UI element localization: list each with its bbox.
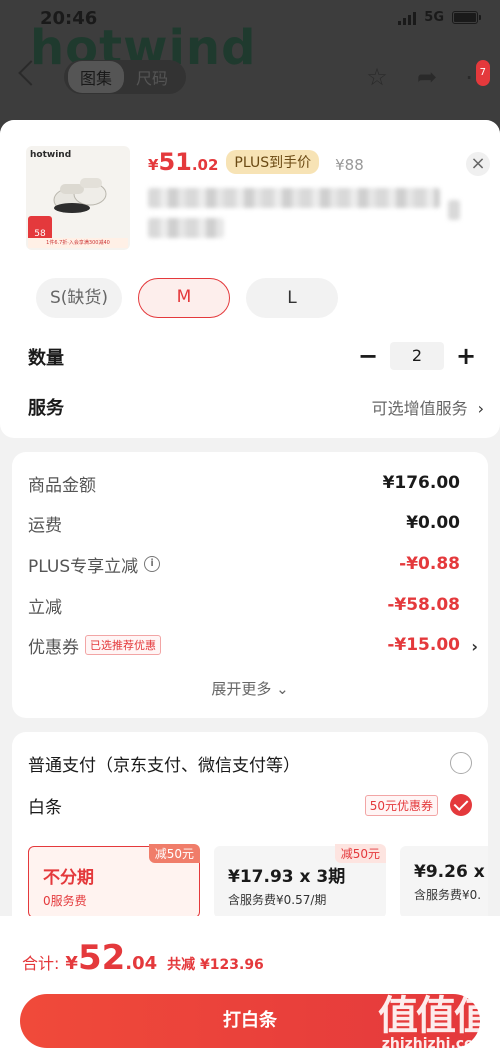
media-tabs: 图集 尺码 bbox=[64, 60, 186, 94]
plus-price-tag: PLUS到手价 bbox=[226, 150, 320, 174]
baitiao-right: 50元优惠券 bbox=[364, 794, 472, 816]
cost-value: ¥0.00 bbox=[406, 513, 460, 533]
total-reduction: 共减 ¥123.96 bbox=[167, 957, 264, 973]
watermark-glyphs: 值值值 bbox=[378, 993, 494, 1039]
plan-badge: 减50元 bbox=[148, 844, 200, 863]
total-decimal: .04 bbox=[125, 953, 158, 974]
price-currency: ¥ bbox=[148, 156, 159, 174]
close-button[interactable]: × bbox=[466, 152, 490, 176]
quantity-plus-button[interactable]: + bbox=[454, 344, 478, 368]
product-nav-bar: 图集 尺码 ☆ ➦ ⋯7 bbox=[0, 58, 500, 98]
battery-icon bbox=[452, 11, 481, 24]
baitiao-coupon-tag: 50元优惠券 bbox=[364, 794, 438, 816]
quantity-input[interactable]: 2 bbox=[390, 342, 444, 370]
price-decimal: .02 bbox=[191, 156, 219, 174]
plan-subtitle: 含服务费¥0.57/期 bbox=[228, 893, 327, 907]
total-currency: ¥ bbox=[65, 953, 78, 974]
tab-gallery[interactable]: 图集 bbox=[68, 61, 125, 93]
favorite-star-icon[interactable]: ☆ bbox=[364, 64, 390, 90]
cost-row-goods: 商品金额 ¥176.00 bbox=[28, 470, 460, 496]
service-value: 可选增值服务 bbox=[371, 399, 468, 418]
chevron-down-icon: ⌄ bbox=[276, 680, 289, 698]
service-label: 服务 bbox=[28, 398, 64, 419]
blurred-title-line-2 bbox=[148, 218, 224, 238]
background-page: 20:46 5G hotwind 图集 尺码 ☆ ➦ ⋯7 bbox=[0, 0, 500, 140]
cost-label: 商品金额 bbox=[28, 475, 96, 496]
thumb-promo-bar: 1件6.7折·入会享满300减40 bbox=[28, 238, 128, 248]
product-summary: hotwind 58 1件6.7折·入会享满300减40 ¥ 51 .02 PL… bbox=[0, 120, 500, 268]
payment-label: 普通支付（京东支付、微信支付等） bbox=[28, 755, 300, 776]
product-thumbnail[interactable]: hotwind 58 1件6.7折·入会享满300减40 bbox=[26, 146, 130, 250]
cost-label: 立减 bbox=[28, 597, 62, 618]
cost-row-discount: 立减 -¥58.08 bbox=[28, 592, 460, 618]
coupon-tag: 已选推荐优惠 bbox=[85, 635, 161, 655]
quantity-stepper: − 2 + bbox=[356, 342, 478, 370]
chevron-right-icon: › bbox=[477, 399, 484, 418]
payment-option-normal[interactable]: 普通支付（京东支付、微信支付等） bbox=[28, 748, 472, 778]
price-integer: 51 bbox=[158, 148, 192, 176]
size-option-s[interactable]: S(缺货) bbox=[36, 278, 122, 318]
nav-actions: ☆ ➦ ⋯7 bbox=[364, 60, 490, 90]
plan-subtitle: 0服务费 bbox=[43, 894, 87, 908]
plan-badge: 减50元 bbox=[334, 844, 386, 863]
share-icon[interactable]: ➦ bbox=[414, 64, 440, 90]
status-indicators: 5G bbox=[398, 10, 481, 25]
cost-value: -¥15.00 › bbox=[387, 635, 478, 656]
blurred-title-line-1 bbox=[148, 188, 440, 208]
plan-subtitle: 含服务费¥0. bbox=[414, 888, 482, 902]
total-integer: 52 bbox=[77, 938, 126, 978]
cost-value: -¥0.88 bbox=[399, 554, 460, 574]
quantity-minus-button[interactable]: − bbox=[356, 344, 380, 368]
size-option-m[interactable]: M bbox=[138, 278, 230, 318]
cost-row-plus-discount: PLUS专享立减 i -¥0.88 bbox=[28, 551, 460, 577]
site-watermark: 值值值 zhizhizhi.com bbox=[378, 993, 494, 1052]
price-row: ¥ 51 .02 PLUS到手价 ¥88 bbox=[148, 148, 364, 177]
thumb-brand: hotwind bbox=[30, 150, 72, 160]
expand-more-button[interactable]: 展开更多 ⌄ bbox=[12, 678, 488, 699]
payment-label: 白条 bbox=[28, 797, 62, 818]
radio-checked[interactable] bbox=[450, 794, 472, 816]
cost-value: ¥176.00 bbox=[382, 473, 460, 493]
signal-icon bbox=[398, 11, 417, 25]
checkout-footer: 合计: ¥ 52 .04 共减 ¥123.96 打白条 值值值 zhizhizh… bbox=[0, 916, 500, 1053]
cost-label: PLUS专享立减 i bbox=[28, 552, 161, 577]
sandal-image bbox=[53, 178, 107, 213]
watermark-domain: zhizhizhi.com bbox=[381, 1036, 489, 1052]
more-icon[interactable]: ⋯7 bbox=[464, 60, 490, 90]
cost-breakdown: 商品金额 ¥176.00 运费 ¥0.00 PLUS专享立减 i -¥0.88 立… bbox=[12, 452, 488, 718]
cost-label: 优惠券 已选推荐优惠 bbox=[28, 633, 161, 658]
purchase-sheet: hotwind 58 1件6.7折·入会享满300减40 ¥ 51 .02 PL… bbox=[0, 120, 500, 1053]
cost-label: 运费 bbox=[28, 515, 62, 536]
network-label: 5G bbox=[424, 10, 444, 25]
plan-title: ¥17.93 x 3期 bbox=[228, 867, 346, 887]
more-badge: 7 bbox=[475, 60, 490, 86]
plan-title: 不分期 bbox=[43, 868, 94, 888]
tab-size[interactable]: 尺码 bbox=[124, 61, 180, 93]
plan-no-installment[interactable]: 减50元 不分期 0服务费 bbox=[28, 844, 200, 918]
back-icon[interactable] bbox=[18, 60, 44, 86]
cost-value: -¥58.08 bbox=[387, 595, 460, 615]
info-icon[interactable]: i bbox=[144, 556, 161, 572]
options-card: S(缺货) M L 数量 − 2 + 服务 可选增值服务 › bbox=[0, 268, 500, 438]
service-selector[interactable]: 可选增值服务 › bbox=[372, 395, 484, 419]
cost-row-coupon[interactable]: 优惠券 已选推荐优惠 -¥15.00 › bbox=[28, 632, 478, 658]
total-row: 合计: ¥ 52 .04 共减 ¥123.96 bbox=[22, 938, 264, 978]
cost-row-shipping: 运费 ¥0.00 bbox=[28, 510, 460, 536]
quantity-label: 数量 bbox=[28, 348, 64, 369]
installment-plans: 减50元 不分期 0服务费 减50元 ¥17.93 x 3期 含服务费¥0.57… bbox=[28, 844, 488, 918]
radio-unchecked[interactable] bbox=[450, 752, 472, 774]
blurred-title-line-1b bbox=[448, 200, 460, 220]
total-label: 合计: bbox=[22, 954, 60, 973]
plan-title: ¥9.26 x 6 bbox=[414, 862, 488, 882]
chevron-right-icon: › bbox=[471, 637, 478, 656]
payment-option-baitiao[interactable]: 白条 50元优惠券 bbox=[28, 790, 472, 820]
plan-3-installments[interactable]: 减50元 ¥17.93 x 3期 含服务费¥0.57/期 bbox=[214, 844, 386, 918]
size-option-l[interactable]: L bbox=[246, 278, 338, 318]
plan-6-installments[interactable]: ¥9.26 x 6 含服务费¥0. bbox=[400, 846, 488, 918]
original-price: ¥88 bbox=[335, 156, 364, 174]
